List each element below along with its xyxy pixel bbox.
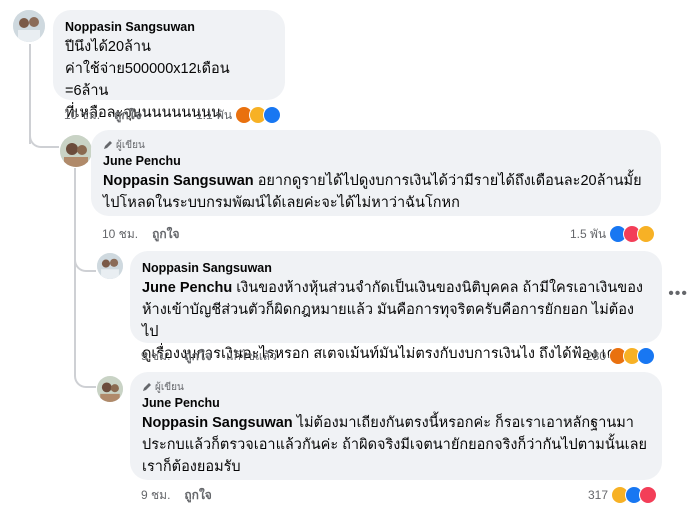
comment-author[interactable]: June Penchu bbox=[142, 394, 650, 412]
comment-timestamp[interactable]: 10 ชม. bbox=[64, 106, 100, 125]
pen-icon bbox=[143, 383, 151, 391]
comment-text-line: ปีนึงได้20ล้าน bbox=[65, 39, 151, 55]
comment-text: อยากดูรายได้ไปดูงบการเงินได้ว่ามีรายได้ถ… bbox=[253, 173, 642, 189]
comment-text-line: ค่าใช้จ่าย500000x12เดือน =6ล้าน bbox=[65, 61, 230, 99]
like-button[interactable]: ถูกใจ bbox=[114, 106, 141, 125]
like-button[interactable]: ถูกใจ bbox=[184, 486, 211, 505]
thread-connector bbox=[74, 262, 96, 388]
mention-link[interactable]: Noppasin Sangsuwan bbox=[142, 415, 293, 431]
comment-author[interactable]: Noppasin Sangsuwan bbox=[142, 259, 650, 277]
reaction-count: 1.1 พัน bbox=[196, 107, 233, 122]
comment-timestamp[interactable]: 9 ชม. bbox=[141, 347, 170, 366]
comment-text-line: เราก็ต้องยอมรับ bbox=[142, 459, 241, 475]
author-badge: ผู้เขียน bbox=[103, 138, 649, 152]
comment-text: เงินของห้างหุ้นส่วนจำกัดเป็นเงินของนิติบ… bbox=[232, 280, 643, 296]
comment-text-line: ห้างเข้าบัญชีส่วนตัวก็ผิดกฎหมายแล้ว มันค… bbox=[142, 302, 635, 340]
comment-timestamp[interactable]: 9 ชม. bbox=[141, 486, 170, 505]
like-icon bbox=[637, 347, 656, 365]
reaction-count: 1.5 พัน bbox=[570, 226, 607, 241]
author-badge: ผู้เขียน bbox=[142, 380, 650, 394]
avatar[interactable] bbox=[97, 376, 123, 402]
edited-label[interactable]: แก้ไขแล้ว bbox=[226, 347, 277, 366]
comment-meta: 10 ชม. ถูกใจ bbox=[64, 106, 156, 124]
comment-meta: 10 ชม. ถูกใจ bbox=[102, 225, 194, 243]
comment-bubble: Noppasin Sangsuwan ปีนึงได้20ล้าน ค่าใช้… bbox=[53, 10, 285, 121]
avatar[interactable] bbox=[97, 253, 123, 279]
author-badge-label: ผู้เขียน bbox=[116, 139, 145, 151]
comment-bubble: ผู้เขียน June Penchu Noppasin Sangsuwan … bbox=[130, 372, 662, 480]
reaction-summary[interactable]: 1.5 พัน bbox=[570, 225, 656, 243]
love-icon bbox=[639, 486, 658, 504]
comment-text-line: ประกบแล้วก็ตรวจเอาแล้วกันค่ะ ถ้าผิดจริงม… bbox=[142, 437, 647, 453]
avatar[interactable] bbox=[13, 10, 45, 42]
comment-meta: 9 ชม. ถูกใจ แก้ไขแล้ว bbox=[141, 347, 291, 365]
mention-link[interactable]: June Penchu bbox=[142, 280, 232, 296]
comment-bubble: Noppasin Sangsuwan June Penchu เงินของห้… bbox=[130, 251, 662, 362]
pen-icon bbox=[104, 141, 112, 149]
comment-text: ไม่ต้องมาเถียงกันตรงนี้หรอกค่ะ ก็รอเราเอ… bbox=[292, 415, 634, 431]
comment-author[interactable]: June Penchu bbox=[103, 152, 649, 170]
more-options-icon[interactable]: ••• bbox=[668, 285, 688, 303]
reaction-summary[interactable]: 280 bbox=[586, 347, 656, 365]
like-icon bbox=[263, 106, 282, 124]
comment-author[interactable]: Noppasin Sangsuwan bbox=[65, 18, 273, 36]
author-badge-label: ผู้เขียน bbox=[155, 381, 184, 393]
mention-link[interactable]: Noppasin Sangsuwan bbox=[103, 173, 254, 189]
comment-meta: 9 ชม. ถูกใจ bbox=[141, 486, 226, 504]
comment-timestamp[interactable]: 10 ชม. bbox=[102, 225, 138, 244]
comment-bubble: ผู้เขียน June Penchu Noppasin Sangsuwan … bbox=[91, 130, 661, 216]
reaction-summary[interactable]: 1.1 พัน bbox=[196, 106, 282, 124]
comment-text-line: ไปโหลดในระบบกรมพัฒน์ได้เลยค่ะจะได้ไม่หาว… bbox=[103, 195, 460, 211]
like-button[interactable]: ถูกใจ bbox=[184, 347, 211, 366]
like-button[interactable]: ถูกใจ bbox=[152, 225, 179, 244]
care-icon bbox=[637, 225, 656, 243]
thread-connector bbox=[29, 126, 59, 148]
reaction-count: 317 bbox=[588, 488, 609, 502]
reaction-summary[interactable]: 317 bbox=[588, 486, 658, 504]
reaction-count: 280 bbox=[586, 349, 607, 363]
avatar[interactable] bbox=[60, 135, 92, 167]
